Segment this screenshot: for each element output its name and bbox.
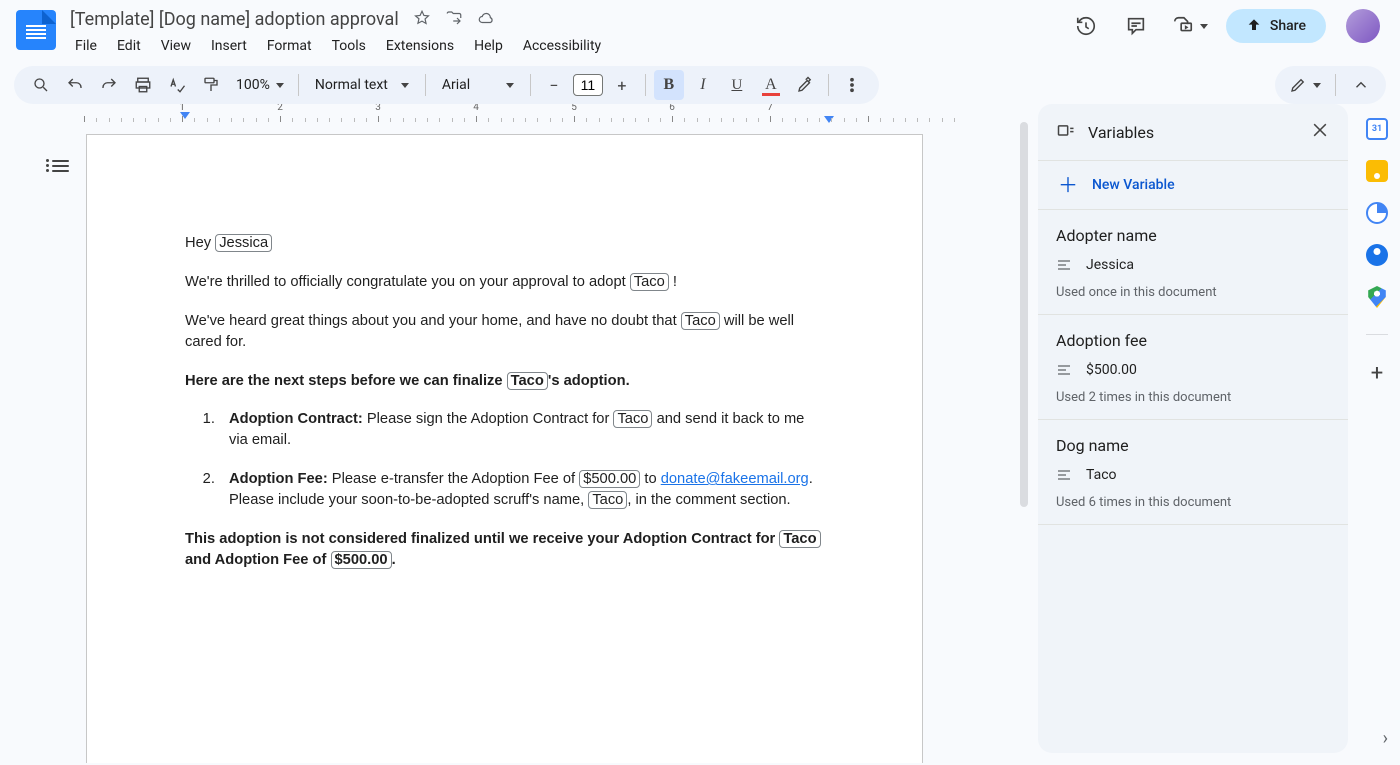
font-family[interactable]: Arial — [434, 75, 522, 95]
ruler-horizontal[interactable]: 1234567 — [84, 104, 934, 122]
variable-title: Adopter name — [1056, 226, 1330, 245]
chip-dog-name[interactable]: Taco — [681, 312, 720, 330]
menu-insert[interactable]: Insert — [202, 34, 256, 58]
keep-icon[interactable] — [1366, 160, 1388, 182]
close-icon[interactable] — [1310, 120, 1330, 144]
search-icon[interactable] — [26, 70, 56, 100]
editing-mode-button[interactable] — [1285, 70, 1325, 100]
chip-dog-name[interactable]: Taco — [507, 372, 548, 390]
variable-item[interactable]: Adopter name Jessica Used once in this doc… — [1038, 210, 1348, 315]
variable-item[interactable]: Dog name Taco Used 6 times in this documen… — [1038, 420, 1348, 525]
print-icon[interactable] — [128, 70, 158, 100]
document-page[interactable]: Hey Jessica We're thrilled to officially… — [86, 134, 923, 763]
ruler-vertical — [0, 104, 16, 763]
variable-value: Taco — [1086, 467, 1117, 483]
variables-icon — [1056, 120, 1076, 144]
redo-icon[interactable] — [94, 70, 124, 100]
menu-tools[interactable]: Tools — [323, 34, 375, 58]
paragraph-style[interactable]: Normal text — [307, 75, 417, 95]
email-link[interactable]: donate@fakeemail.org — [661, 471, 809, 487]
maps-icon[interactable] — [1366, 286, 1388, 308]
undo-icon[interactable] — [60, 70, 90, 100]
spellcheck-icon[interactable] — [162, 70, 192, 100]
menu-file[interactable]: File — [66, 34, 106, 58]
variable-title: Adoption fee — [1056, 331, 1330, 350]
chip-adopter-name[interactable]: Jessica — [215, 234, 272, 252]
menu-help[interactable]: Help — [465, 34, 512, 58]
menu-extensions[interactable]: Extensions — [377, 34, 463, 58]
menu-edit[interactable]: Edit — [108, 34, 150, 58]
outline-button[interactable] — [46, 152, 74, 180]
new-variable-button[interactable]: ＋ New Variable — [1038, 160, 1348, 210]
chip-dog-name[interactable]: Taco — [779, 530, 820, 548]
avatar[interactable] — [1346, 9, 1380, 43]
text: Hey — [185, 235, 215, 251]
menu-format[interactable]: Format — [258, 34, 321, 58]
addons-plus-icon[interactable]: + — [1371, 361, 1383, 386]
highlight-button[interactable] — [790, 70, 820, 100]
calendar-icon[interactable] — [1366, 118, 1388, 140]
font-size-increase[interactable]: + — [607, 70, 637, 100]
italic-button[interactable]: I — [688, 70, 718, 100]
list-item: Adoption Contract: Please sign the Adopt… — [219, 409, 824, 451]
tasks-icon[interactable] — [1366, 202, 1388, 224]
share-label: Share — [1270, 18, 1306, 34]
zoom-select[interactable]: 100% — [230, 77, 290, 93]
variable-value: $500.00 — [1086, 362, 1137, 378]
panel-title: Variables — [1088, 123, 1154, 142]
share-button[interactable]: Share — [1226, 9, 1326, 43]
underline-button[interactable]: U — [722, 70, 752, 100]
chip-dog-name[interactable]: Taco — [588, 491, 627, 509]
present-icon[interactable] — [1168, 8, 1212, 44]
collapse-toolbar-icon[interactable] — [1346, 70, 1376, 100]
font-size-decrease[interactable]: − — [539, 70, 569, 100]
more-toolbar-icon[interactable] — [837, 70, 867, 100]
paint-format-icon[interactable] — [196, 70, 226, 100]
docs-logo[interactable] — [16, 10, 56, 50]
menu-view[interactable]: View — [152, 34, 200, 58]
variable-value: Jessica — [1086, 257, 1134, 273]
scrollbar-vertical[interactable] — [1018, 122, 1030, 763]
move-icon[interactable] — [445, 9, 463, 31]
text-color-button[interactable]: A — [756, 70, 786, 100]
chip-dog-name[interactable]: Taco — [613, 410, 652, 428]
comments-icon[interactable] — [1118, 8, 1154, 44]
variable-title: Dog name — [1056, 436, 1330, 455]
variable-item[interactable]: Adoption fee $500.00 Used 2 times in this … — [1038, 315, 1348, 420]
rail-collapse-icon[interactable]: › — [1383, 728, 1388, 749]
star-icon[interactable] — [413, 9, 431, 31]
variable-usage: Used 6 times in this document — [1056, 495, 1330, 510]
history-icon[interactable] — [1068, 8, 1104, 44]
contacts-icon[interactable] — [1366, 244, 1388, 266]
variables-panel: Variables ＋ New Variable Adopter name Jes… — [1038, 104, 1348, 753]
list-item: Adoption Fee: Please e-transfer the Adop… — [219, 469, 824, 511]
chip-dog-name[interactable]: Taco — [630, 273, 669, 291]
variable-usage: Used 2 times in this document — [1056, 390, 1330, 405]
variable-usage: Used once in this document — [1056, 285, 1330, 300]
plus-icon: ＋ — [1058, 175, 1078, 195]
chip-fee[interactable]: $500.00 — [331, 551, 392, 569]
font-size-input[interactable] — [573, 74, 603, 96]
bold-button[interactable]: B — [654, 70, 684, 100]
cloud-status-icon[interactable] — [477, 9, 495, 31]
menu-accessibility[interactable]: Accessibility — [514, 34, 610, 58]
chip-fee[interactable]: $500.00 — [579, 470, 640, 488]
doc-title[interactable]: [Template] [Dog name] adoption approval — [66, 8, 403, 31]
